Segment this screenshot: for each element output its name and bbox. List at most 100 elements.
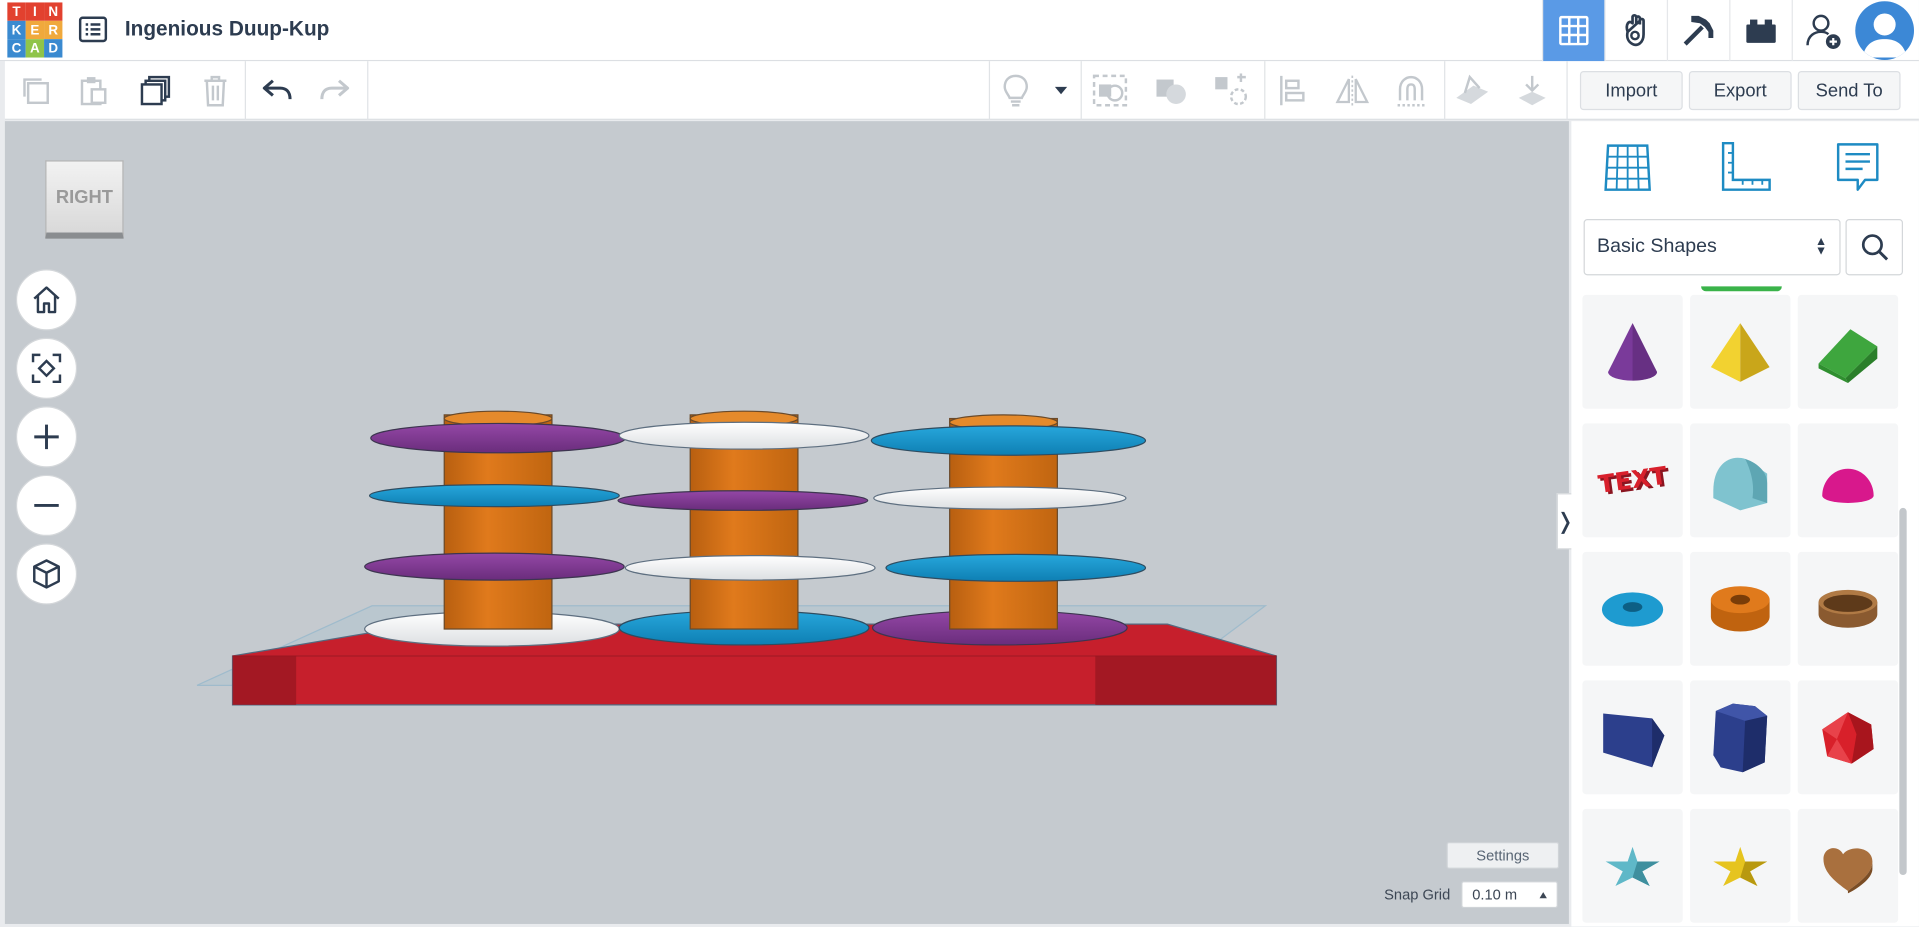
clipboard-icon [80, 77, 107, 106]
shape-ring[interactable] [1797, 551, 1899, 666]
snap-grid-value: 0.10 m [1472, 886, 1518, 904]
settings-button[interactable]: Settings [1446, 841, 1560, 869]
shape-pyramid[interactable] [1690, 294, 1791, 409]
chevron-down-icon [1054, 86, 1068, 95]
shape-icosahedron[interactable] [1797, 680, 1899, 795]
lightbulb-icon [1003, 74, 1028, 107]
hand-icon [1625, 13, 1645, 47]
copy-button[interactable] [17, 73, 54, 107]
view-cube[interactable]: RIGHT [45, 160, 124, 239]
3d-scene[interactable] [5, 121, 1569, 924]
circuits-view-button[interactable] [1604, 0, 1666, 62]
logo-letter: T [7, 2, 26, 21]
roof-icon [1818, 328, 1878, 383]
shapes-panel: Basic Shapes ▲ ▼ TEXT TEXT [1571, 121, 1919, 927]
torus-icon [1601, 591, 1664, 626]
export-button[interactable]: Export [1688, 70, 1792, 111]
shape-star-gold[interactable] [1690, 808, 1791, 923]
pyramid-icon [1710, 322, 1770, 382]
ungroup-button[interactable] [1153, 73, 1190, 107]
delete-button[interactable] [197, 73, 234, 107]
select-arrows-icon: ▲ ▼ [1815, 234, 1828, 259]
ruler-tool-button[interactable] [1716, 138, 1775, 197]
fit-view-button[interactable] [15, 337, 78, 399]
shape-polygon[interactable] [1582, 680, 1683, 795]
brick-icon [1746, 19, 1776, 43]
align-button[interactable] [1274, 73, 1311, 107]
align-random-button[interactable] [1213, 73, 1250, 107]
workplane-viewport[interactable]: RIGHT Settings Snap Grid 0.10 m [4, 121, 1569, 924]
shape-half-cylinder[interactable] [1690, 423, 1791, 538]
workplane-button[interactable] [1454, 73, 1491, 107]
user-avatar[interactable] [1855, 1, 1915, 60]
redo-icon [320, 79, 350, 100]
minecraft-view-button[interactable] [1666, 0, 1729, 62]
3d-design-view-button[interactable] [1541, 0, 1605, 62]
half-cylinder-icon [1713, 457, 1768, 510]
shape-text[interactable]: TEXT TEXT [1582, 423, 1683, 538]
send-to-button[interactable]: Send To [1797, 70, 1901, 111]
shape-search-button[interactable] [1845, 219, 1904, 276]
text-3d-icon: TEXTTEXT [1596, 460, 1669, 500]
shape-star[interactable] [1582, 808, 1683, 923]
workplane-tool-button[interactable] [1598, 138, 1657, 197]
scrolled-shape-peek [1701, 286, 1782, 292]
cruise-button[interactable] [1393, 73, 1430, 107]
invite-user-button[interactable] [1791, 0, 1854, 62]
snap-grid-select[interactable]: 0.10 m [1461, 881, 1558, 909]
star-gold-icon [1713, 846, 1768, 886]
logo-letter: E [25, 20, 45, 40]
logo-letter: A [25, 39, 45, 58]
logo-letter: D [44, 39, 63, 58]
zoom-out-button[interactable] [15, 474, 78, 537]
add-user-icon [1806, 14, 1841, 49]
paste-button[interactable] [75, 73, 112, 107]
logo-letter: R [44, 20, 63, 40]
minus-icon [34, 503, 59, 507]
design-list-icon[interactable] [78, 15, 108, 44]
notes-dropdown-button[interactable] [1043, 73, 1080, 107]
perspective-toggle-button[interactable] [15, 543, 78, 605]
notes-button[interactable] [997, 73, 1034, 107]
zoom-in-button[interactable] [15, 406, 78, 468]
redo-button[interactable] [317, 73, 354, 107]
shape-cone[interactable] [1582, 294, 1683, 409]
bricks-view-button[interactable] [1729, 0, 1791, 62]
drop-button[interactable] [1514, 73, 1551, 107]
import-button[interactable]: Import [1579, 70, 1683, 111]
scatter-icon [1215, 73, 1248, 106]
tinkercad-logo[interactable]: T I N K E R C A D [7, 2, 63, 58]
logo-letter: I [25, 2, 45, 21]
magnet-icon [1397, 75, 1425, 107]
shape-roof[interactable] [1797, 294, 1899, 409]
notes-tool-button[interactable] [1828, 138, 1887, 197]
caret-up-icon [1539, 892, 1547, 899]
grid-icon [1559, 15, 1589, 46]
home-view-button[interactable] [15, 269, 78, 331]
mirror-button[interactable] [1334, 73, 1371, 107]
cone-icon [1608, 322, 1658, 380]
tube-icon [1710, 585, 1770, 631]
shape-tube[interactable] [1690, 551, 1791, 666]
shape-heart[interactable] [1797, 808, 1899, 923]
duplicate-icon [140, 75, 171, 106]
shape-hexagonal-prism[interactable] [1690, 680, 1791, 795]
duplicate-button[interactable] [137, 73, 174, 107]
group-button[interactable] [1092, 73, 1129, 107]
pickaxe-icon [1683, 15, 1714, 46]
note-icon [1836, 143, 1879, 191]
shape-torus[interactable] [1582, 551, 1683, 666]
ungroup-icon [1156, 79, 1186, 105]
snap-grid-label: Snap Grid [1384, 886, 1451, 904]
tinkercad-app: T I N K E R C A D Ingenious Duup-Kup Imp… [0, 0, 1919, 927]
group-icon [1092, 74, 1128, 107]
panel-scrollbar[interactable] [1899, 507, 1907, 876]
hexagonal-prism-icon [1713, 703, 1768, 772]
mirror-icon [1335, 75, 1370, 106]
design-title[interactable]: Ingenious Duup-Kup [125, 17, 330, 41]
half-sphere-icon [1822, 468, 1874, 503]
shape-category-select[interactable]: Basic Shapes ▲ ▼ [1583, 219, 1841, 276]
undo-button[interactable] [258, 73, 295, 107]
shape-half-sphere[interactable] [1797, 423, 1899, 538]
plus-icon [34, 424, 59, 450]
